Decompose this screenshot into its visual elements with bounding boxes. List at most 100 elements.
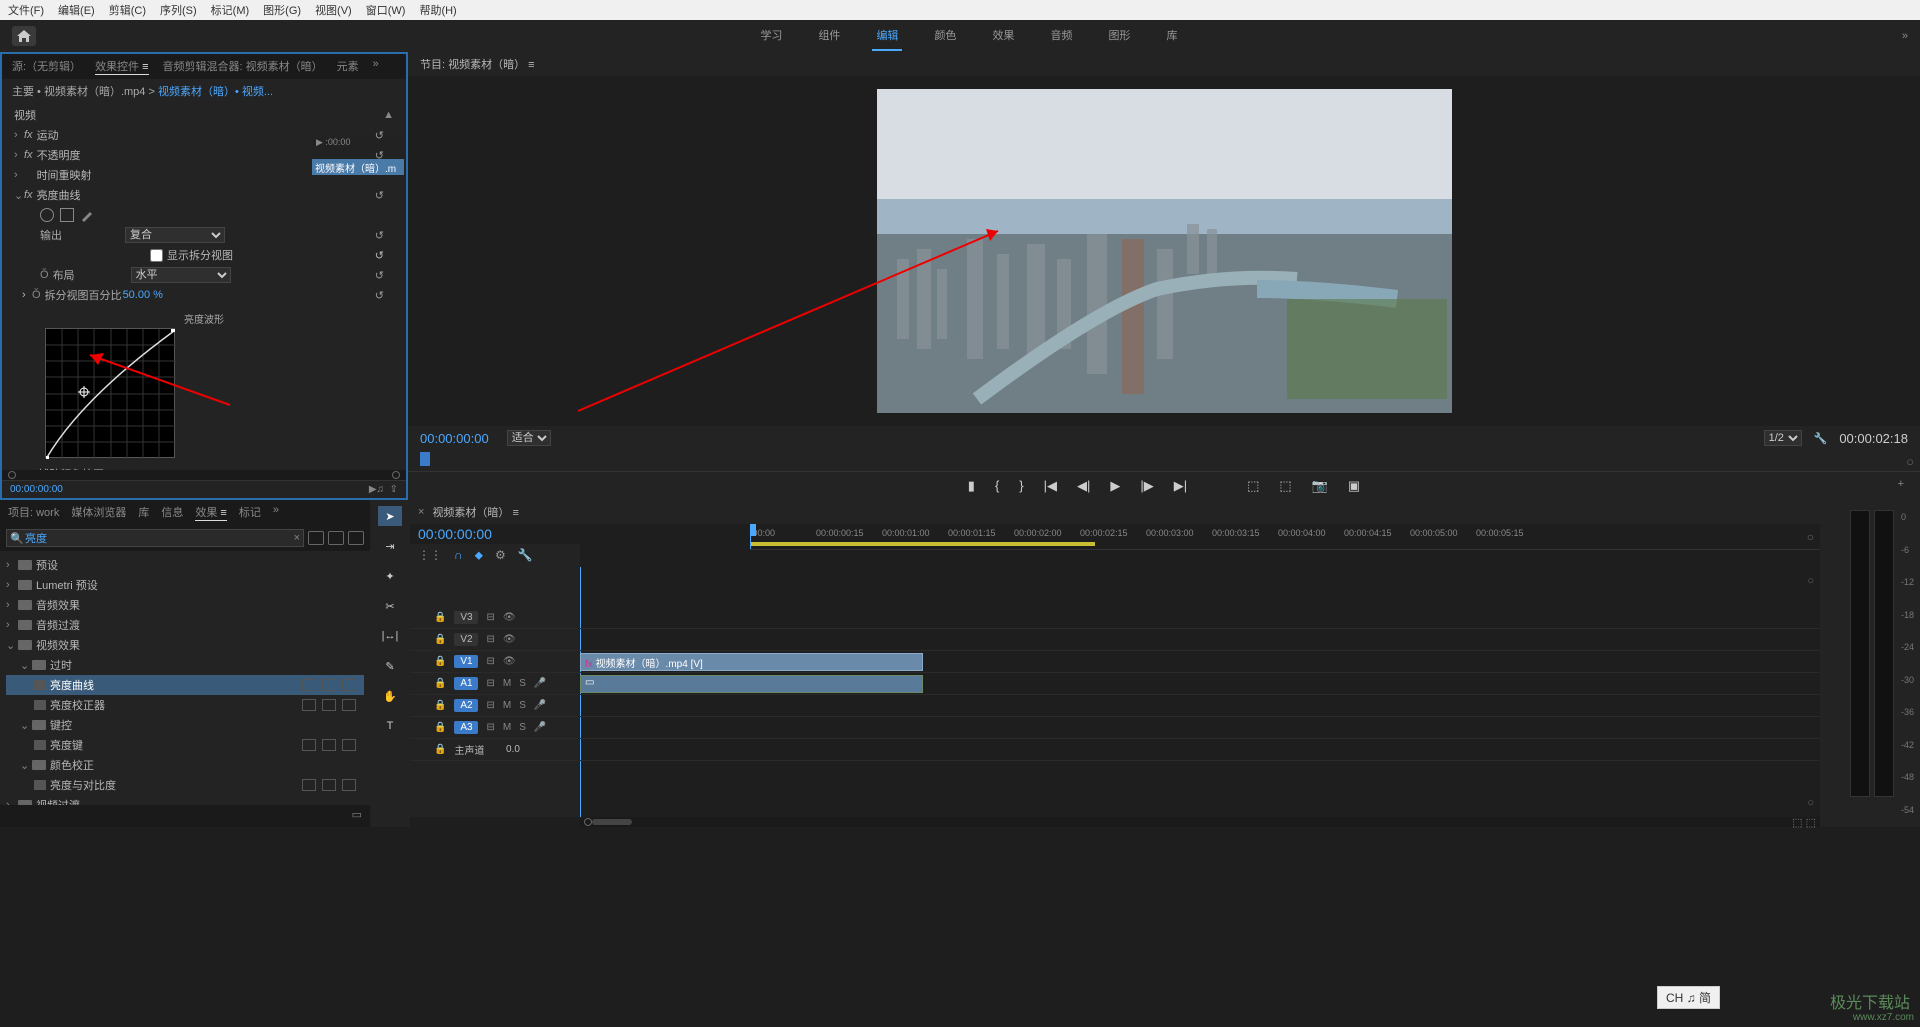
split-percent-value[interactable]: 50.00 % <box>123 289 163 301</box>
workspace-learn[interactable]: 学习 <box>756 21 786 51</box>
menu-view[interactable]: 视图(V) <box>315 2 352 18</box>
settings-icon[interactable]: 🔧 <box>1814 432 1828 445</box>
program-viewer[interactable] <box>408 76 1920 426</box>
program-ruler[interactable]: ○ <box>408 450 1920 472</box>
step-forward-button[interactable]: |▶ <box>1140 478 1153 494</box>
reset-icon[interactable]: ↺ <box>375 149 384 162</box>
workspace-library[interactable]: 库 <box>1162 21 1181 51</box>
lift-button[interactable]: ⬚ <box>1247 478 1259 494</box>
split-view-checkbox[interactable] <box>150 249 163 262</box>
playhead[interactable] <box>750 524 751 549</box>
mini-scrollbar[interactable] <box>2 470 406 480</box>
tab-media-browser[interactable]: 媒体浏览器 <box>71 504 126 521</box>
ime-indicator[interactable]: CH ♫ 简 <box>1657 986 1720 1009</box>
mark-in-button[interactable]: { <box>995 478 999 494</box>
lock-icon[interactable]: 🔒 <box>434 656 446 667</box>
tab-audio-mixer[interactable]: 音频剪辑混合器: 视频素材（暗） <box>163 58 323 75</box>
tab-project[interactable]: 项目: work <box>8 504 59 521</box>
track-select-tool[interactable]: ⇥ <box>378 536 402 556</box>
lane-v2[interactable] <box>580 629 1820 651</box>
linked-selection-icon[interactable]: ∩ <box>454 548 463 563</box>
track-a2-header[interactable]: 🔒A2⊟MS🎤 <box>410 695 580 717</box>
solo-button[interactable]: S <box>519 722 526 733</box>
reset-icon[interactable]: ↺ <box>375 269 384 282</box>
effect-brightness-curve[interactable]: ⌄fx亮度曲线↺ <box>10 185 398 205</box>
tree-brightness-curve[interactable]: 亮度曲线 <box>6 675 364 695</box>
menu-marker[interactable]: 标记(M) <box>211 2 250 18</box>
output-select[interactable]: 复合 <box>125 227 225 243</box>
scrollbar-thumb[interactable] <box>592 819 632 825</box>
lane-v3[interactable] <box>580 607 1820 629</box>
reset-icon[interactable]: ↺ <box>375 229 384 242</box>
track-label[interactable]: V2 <box>454 633 478 646</box>
tree-luma-key[interactable]: 亮度键 <box>6 735 364 755</box>
work-area-bar[interactable] <box>750 542 1095 546</box>
tab-effect-controls[interactable]: 效果控件 ≡ <box>95 58 148 75</box>
menu-graphics[interactable]: 图形(G) <box>263 2 301 18</box>
lane-a2[interactable] <box>580 695 1820 717</box>
filter-icon-2[interactable] <box>328 531 344 545</box>
type-tool[interactable]: T <box>378 716 402 736</box>
tree-brightness-contrast[interactable]: 亮度与对比度 <box>6 775 364 795</box>
add-button[interactable]: + <box>1898 478 1904 490</box>
mute-button[interactable]: M <box>503 700 511 711</box>
reset-icon[interactable]: ↺ <box>375 289 384 302</box>
go-to-in-button[interactable]: |◀ <box>1044 478 1057 494</box>
workspace-overflow-icon[interactable]: » <box>1902 30 1908 42</box>
lane-master[interactable] <box>580 739 1820 761</box>
clear-search-icon[interactable]: × <box>294 532 300 544</box>
effect-aux-color-correction[interactable]: ›辅助颜色校正 <box>10 464 398 470</box>
wrench-icon[interactable]: 🔧 <box>518 548 533 563</box>
track-label[interactable]: A2 <box>454 699 478 712</box>
tree-video-transitions[interactable]: ›视频过渡 <box>6 795 364 805</box>
mark-out-button[interactable]: } <box>1019 478 1023 494</box>
export-frame-button[interactable]: 📷 <box>1312 478 1328 494</box>
breadcrumb-link[interactable]: 视频素材（暗）• 视频... <box>158 86 273 98</box>
effect-time-remap[interactable]: ›fx时间重映射 <box>10 165 398 185</box>
razor-tool[interactable]: ✂ <box>378 596 402 616</box>
tab-effects[interactable]: 效果 ≡ <box>195 504 226 521</box>
audio-clip[interactable]: ▭ <box>580 675 923 693</box>
track-a3-header[interactable]: 🔒A3⊟MS🎤 <box>410 717 580 739</box>
lane-a3[interactable] <box>580 717 1820 739</box>
comparison-button[interactable]: ▣ <box>1348 478 1360 494</box>
tree-presets[interactable]: ›预设 <box>6 555 364 575</box>
track-a1-header[interactable]: 🔒A1⊟MS🎤 <box>410 673 580 695</box>
selection-tool[interactable]: ➤ <box>378 506 402 526</box>
zoom-select[interactable]: 适合 <box>507 430 551 446</box>
timeline-scrollbar[interactable]: ⬚ ⬚ <box>580 817 1820 827</box>
slip-tool[interactable]: |↔| <box>378 626 402 646</box>
solo-button[interactable]: S <box>519 678 526 689</box>
track-v2-header[interactable]: 🔒V2⊟👁 <box>410 629 580 651</box>
pen-tool[interactable]: ✎ <box>378 656 402 676</box>
ripple-tool[interactable]: ✦ <box>378 566 402 586</box>
sequence-tab[interactable]: 视频素材（暗） ≡ <box>432 504 518 520</box>
mark-in-icon[interactable]: ▮ <box>968 478 975 494</box>
workspace-assembly[interactable]: 组件 <box>814 21 844 51</box>
menu-edit[interactable]: 编辑(E) <box>58 2 95 18</box>
tab-markers[interactable]: 标记 <box>239 504 261 521</box>
play-button[interactable]: ▶ <box>1110 478 1120 494</box>
tree-obsolete[interactable]: ⌄过时 <box>6 655 364 675</box>
workspace-graphics[interactable]: 图形 <box>1104 21 1134 51</box>
tab-source[interactable]: 源:（无剪辑） <box>12 58 81 75</box>
scroll-up-icon[interactable]: ▲ <box>383 109 394 121</box>
master-value[interactable]: 0.0 <box>506 744 520 755</box>
go-to-out-button[interactable]: ▶| <box>1174 478 1187 494</box>
track-content[interactable]: fx 视频素材（暗）.mp4 [V] ▭ ○ ○ <box>580 567 1820 817</box>
overflow-icon[interactable]: » <box>273 504 279 521</box>
mute-button[interactable]: M <box>503 722 511 733</box>
layout-select[interactable]: 水平 <box>131 267 231 283</box>
track-label[interactable]: V3 <box>454 611 478 624</box>
settings-icon[interactable]: ⚙ <box>495 548 506 563</box>
tab-library[interactable]: 库 <box>138 504 149 521</box>
hand-tool[interactable]: ✋ <box>378 686 402 706</box>
menu-sequence[interactable]: 序列(S) <box>160 2 197 18</box>
timeline-ruler[interactable]: :00:0000:00:00:1500:00:01:0000:00:01:150… <box>750 524 1820 550</box>
tab-info[interactable]: 信息 <box>161 504 183 521</box>
track-label[interactable]: A3 <box>454 721 478 734</box>
lock-icon[interactable]: 🔒 <box>434 744 446 755</box>
tree-video-fx[interactable]: ⌄视频效果 <box>6 635 364 655</box>
brightness-curve-graph[interactable] <box>45 328 175 458</box>
workspace-color[interactable]: 颜色 <box>930 21 960 51</box>
